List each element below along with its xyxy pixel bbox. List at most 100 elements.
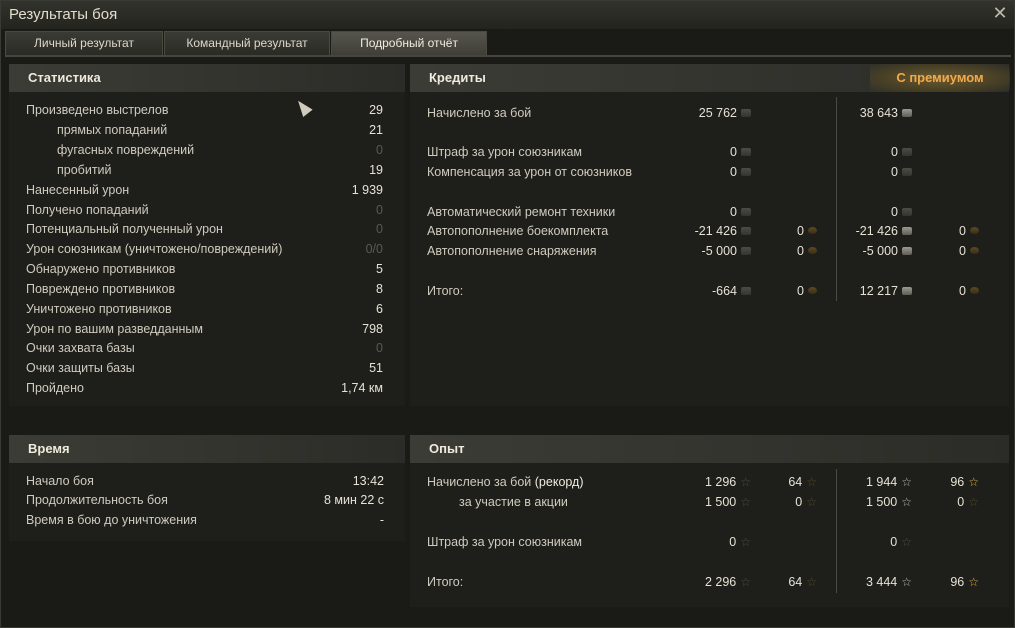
credit-base-value: -21 426	[694, 224, 737, 238]
xp-base-free-cell: 64 ☆	[788, 473, 817, 492]
credit-base-gold-value: 0	[797, 284, 804, 298]
credit-coin-icon	[741, 246, 751, 255]
credit-row: Автопополнение боекомплекта -21 426 0 -21 4…	[410, 222, 1009, 241]
credits-title: Кредиты	[429, 70, 486, 85]
stat-value: 6	[376, 302, 383, 316]
xp-premium-free-cell: 96 ☆	[950, 473, 979, 492]
xp-base-value: 0	[729, 535, 737, 549]
stat-row: Урон по вашим разведданным 798	[9, 320, 405, 339]
tab-team-result[interactable]: Командный результат	[164, 31, 330, 55]
premium-header: С премиумом	[870, 64, 1010, 92]
credit-coin-icon	[902, 108, 912, 117]
xp-label: за участие в акции	[459, 493, 568, 512]
credit-premium-gold-value: 0	[959, 224, 966, 238]
experience-panel: Опыт Начислено за бой (рекорд) 1 296 ☆ 64 ☆ 1…	[410, 435, 1009, 607]
stat-label: Обнаружено противников	[26, 262, 176, 276]
credit-base-value: 0	[730, 145, 737, 159]
tab-detailed-report[interactable]: Подробный отчёт	[331, 31, 487, 55]
gold-coin-icon	[808, 227, 817, 235]
stat-value: 8	[376, 282, 383, 296]
xp-row: Штраф за урон союзникам 0 ☆ 0 ☆	[410, 533, 1009, 552]
xp-star-icon: ☆	[901, 475, 912, 490]
free-xp-premium-value: 96	[950, 475, 965, 489]
tab-personal-result[interactable]: Личный результат	[5, 31, 163, 55]
free-xp-star-icon: ☆	[806, 475, 817, 490]
credit-premium-value: 38 643	[859, 106, 898, 120]
xp-row: Начислено за бой (рекорд) 1 296 ☆ 64 ☆ 1 944 ☆…	[410, 473, 1009, 492]
stat-label: Нанесенный урон	[26, 183, 130, 197]
stat-value: 0	[376, 341, 383, 355]
stat-label: Урон союзникам (уничтожено/повреждений)	[26, 242, 283, 256]
credit-coin-icon	[741, 226, 751, 235]
free-xp-base-value: 64	[788, 575, 803, 589]
stat-label: Повреждено противников	[26, 282, 176, 296]
credit-premium-gold-cell: 0	[959, 282, 979, 301]
close-icon[interactable]: ✕	[992, 4, 1008, 22]
time-value: 13:42	[352, 474, 384, 488]
xp-base-cell: 2 296 ☆	[705, 573, 751, 592]
xp-row: за участие в акции 1 500 ☆ 0 ☆ 1 500 ☆ 0 ☆	[410, 493, 1009, 512]
stat-row: Потенциальный полученный урон 0	[9, 220, 405, 239]
gold-coin-icon	[808, 247, 817, 255]
stat-label: Потенциальный полученный урон	[26, 222, 223, 236]
credit-row: Автопополнение снаряжения -5 000 0 -5 000 0	[410, 242, 1009, 261]
xp-star-icon: ☆	[740, 475, 751, 490]
credit-label: Итого:	[427, 284, 464, 298]
xp-star-icon: ☆	[740, 535, 751, 550]
tab-underline	[5, 55, 1011, 57]
credit-base-cell: -664	[712, 282, 751, 301]
stat-value: 21	[369, 123, 383, 137]
credit-row: Итого: -664 0 12 217 0	[410, 282, 1009, 301]
stat-label: Очки защиты базы	[26, 361, 135, 375]
credit-base-cell: -21 426	[695, 222, 751, 241]
xp-base-cell: 1 296 ☆	[705, 473, 751, 492]
time-value: 8 мин 22 с	[323, 493, 384, 507]
xp-base-value: 1 296	[704, 475, 737, 489]
credit-coin-icon	[902, 147, 912, 156]
xp-row: Итого: 2 296 ☆ 64 ☆ 3 444 ☆ 96 ☆	[410, 573, 1009, 592]
stat-row: Получено попаданий 0	[9, 201, 405, 220]
xp-premium-free-cell: 0 ☆	[957, 493, 979, 512]
stat-row: Обнаружено противников 5	[9, 260, 405, 279]
credit-coin-icon	[741, 207, 751, 216]
stat-row: Произведено выстрелов 29	[9, 101, 405, 120]
xp-label: Начислено за бой (рекорд)	[427, 473, 584, 492]
free-xp-star-icon: ☆	[806, 575, 817, 590]
time-value: -	[379, 513, 384, 527]
xp-base-cell: 1 500 ☆	[705, 493, 751, 512]
stat-label: Получено попаданий	[26, 203, 149, 217]
credit-base-value: -664	[711, 284, 737, 298]
credit-premium-gold-value: 0	[959, 244, 966, 258]
xp-premium-value: 3 444	[865, 575, 898, 589]
credit-label: Штраф за урон союзникам	[427, 145, 583, 159]
time-panel: Время Начало боя 13:42 Продолжительность б…	[9, 435, 405, 541]
stat-value: 51	[369, 361, 383, 375]
credit-row: Штраф за урон союзникам 0 0	[410, 143, 1009, 162]
credit-coin-icon	[741, 286, 751, 295]
stat-row: прямых попаданий 21	[9, 121, 405, 140]
free-xp-star-icon: ☆	[968, 575, 979, 590]
credit-label: Автопополнение боекомплекта	[427, 224, 609, 238]
stat-value: 0/0	[365, 242, 383, 256]
stat-row: Повреждено противников 8	[9, 280, 405, 299]
stat-row: Урон союзникам (уничтожено/повреждений) 0…	[9, 240, 405, 259]
stat-value: 0	[376, 143, 383, 157]
credit-base-value: 25 762	[698, 106, 737, 120]
free-xp-star-icon: ☆	[968, 475, 979, 490]
credit-premium-gold-cell: 0	[959, 242, 979, 261]
xp-premium-cell: 1 500 ☆	[866, 493, 912, 512]
stat-value: 0	[376, 222, 383, 236]
credit-row: Автоматический ремонт техники 0 0	[410, 203, 1009, 222]
time-title: Время	[28, 441, 70, 456]
gold-coin-icon	[970, 287, 979, 295]
gold-coin-icon	[970, 247, 979, 255]
credit-premium-cell: -5 000	[863, 242, 912, 261]
xp-star-icon: ☆	[740, 575, 751, 590]
record-badge: (рекорд)	[534, 475, 584, 489]
xp-base-cell: 0 ☆	[729, 533, 751, 552]
free-xp-star-icon: ☆	[968, 495, 979, 510]
credit-premium-value: 12 217	[859, 284, 898, 298]
window-title: Результаты боя	[9, 6, 118, 23]
credit-label: Начислено за бой	[427, 106, 532, 120]
stat-label: Урон по вашим разведданным	[26, 322, 203, 336]
